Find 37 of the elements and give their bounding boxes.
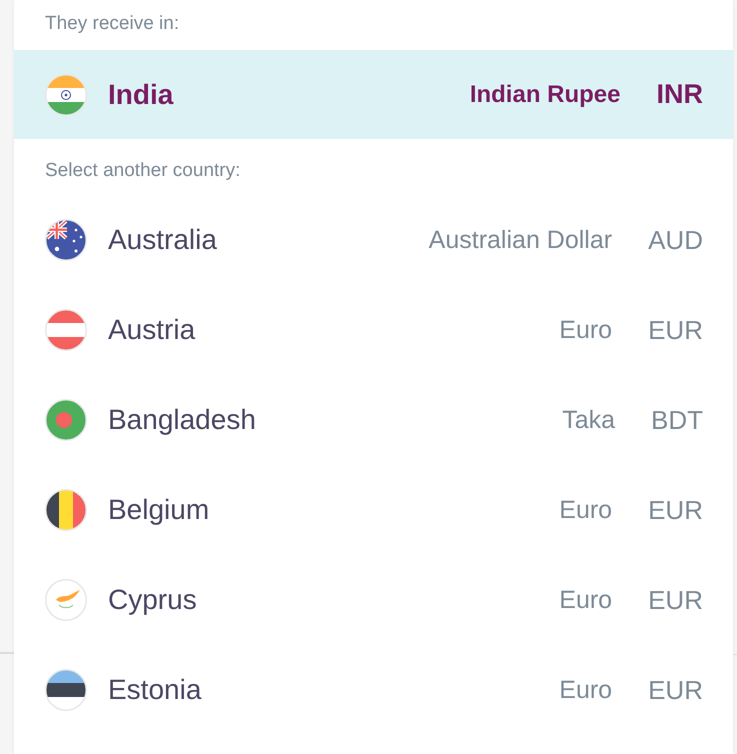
country-option[interactable]: Cyprus Euro EUR bbox=[14, 555, 733, 645]
currency-code: EUR bbox=[648, 587, 703, 613]
bangladesh-flag-icon bbox=[45, 399, 87, 441]
australia-flag-icon bbox=[45, 219, 87, 261]
currency-name: Australian Dollar bbox=[428, 228, 612, 252]
currency-code: EUR bbox=[648, 677, 703, 703]
currency-code: EUR bbox=[648, 317, 703, 343]
austria-flag-icon bbox=[45, 309, 87, 351]
section-label: Select another country: bbox=[45, 158, 240, 183]
country-name: Estonia bbox=[108, 676, 202, 704]
country-option[interactable]: Estonia Euro EUR bbox=[14, 645, 733, 735]
currency-code: AUD bbox=[648, 227, 703, 253]
country-name: India bbox=[108, 80, 174, 108]
currency-name: Indian Rupee bbox=[470, 82, 620, 106]
currency-name: Euro bbox=[559, 318, 612, 342]
country-option[interactable]: Belgium Euro EUR bbox=[14, 465, 733, 555]
section-label: They receive in: bbox=[45, 12, 180, 36]
currency-code: BDT bbox=[651, 407, 703, 433]
country-option[interactable]: India Indian Rupee INR bbox=[14, 50, 733, 139]
currency-code: EUR bbox=[648, 497, 703, 523]
belgium-flag-icon bbox=[45, 489, 87, 531]
country-option[interactable]: Australia Australian Dollar AUD bbox=[14, 195, 733, 285]
india-flag-icon bbox=[45, 74, 87, 116]
country-option[interactable]: Austria Euro EUR bbox=[14, 285, 733, 375]
currency-name: Euro bbox=[559, 498, 612, 522]
currency-name: Euro bbox=[559, 588, 612, 612]
country-name: Austria bbox=[108, 316, 196, 344]
country-name: Belgium bbox=[108, 496, 210, 524]
country-name: Australia bbox=[108, 226, 217, 254]
estonia-flag-icon bbox=[45, 669, 87, 711]
currency-name: Taka bbox=[562, 408, 615, 432]
country-name: Cyprus bbox=[108, 586, 197, 614]
currency-code: INR bbox=[656, 81, 703, 108]
currency-name: Euro bbox=[559, 678, 612, 702]
country-option[interactable]: Bangladesh Taka BDT bbox=[14, 375, 733, 465]
country-name: Bangladesh bbox=[108, 406, 256, 434]
cyprus-flag-icon bbox=[45, 579, 87, 621]
